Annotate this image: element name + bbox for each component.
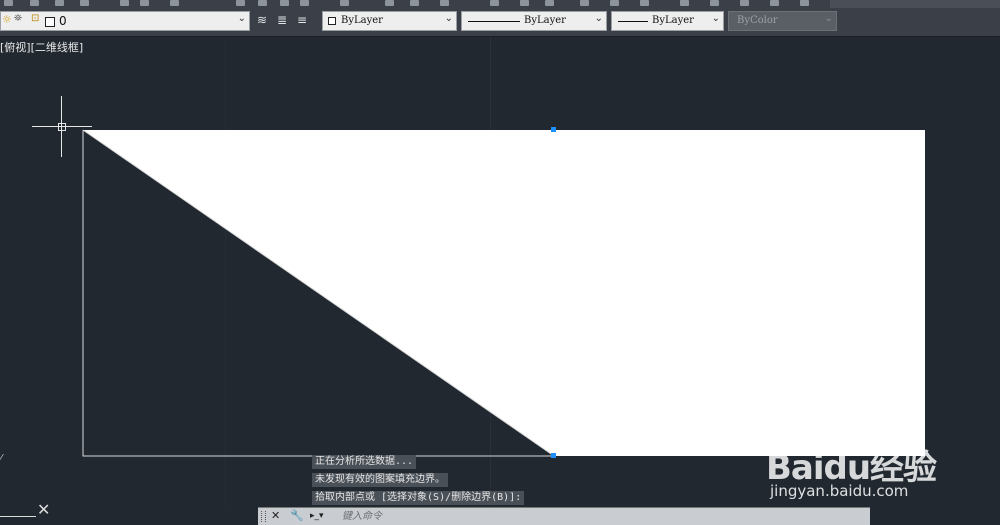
command-input[interactable]	[306, 510, 866, 523]
command-history-line: 未发现有效的图案填充边界。	[312, 473, 448, 487]
ucs-x-axis-icon	[0, 516, 36, 517]
grip-point[interactable]	[551, 453, 556, 458]
command-history-line: 正在分析所选数据...	[312, 455, 417, 469]
command-input-placeholder[interactable]: 键入命令	[342, 508, 382, 525]
watermark-url: jingyan.baidu.com	[770, 482, 909, 500]
command-history-line: 拾取内部点或 [选择对象(S)/删除边界(B)]:	[312, 491, 525, 505]
wrench-icon[interactable]: 🔧	[290, 509, 304, 522]
ucs-y-axis-icon: ⁄	[0, 452, 2, 465]
close-icon[interactable]: ✕	[271, 509, 280, 522]
close-icon[interactable]: ✕	[37, 500, 50, 519]
drag-handle[interactable]	[261, 511, 266, 522]
command-line-bar: ✕ 🔧 ▸_▾ 键入命令	[258, 507, 870, 525]
hatch-fill[interactable]	[83, 130, 925, 456]
grip-point[interactable]	[551, 127, 556, 132]
